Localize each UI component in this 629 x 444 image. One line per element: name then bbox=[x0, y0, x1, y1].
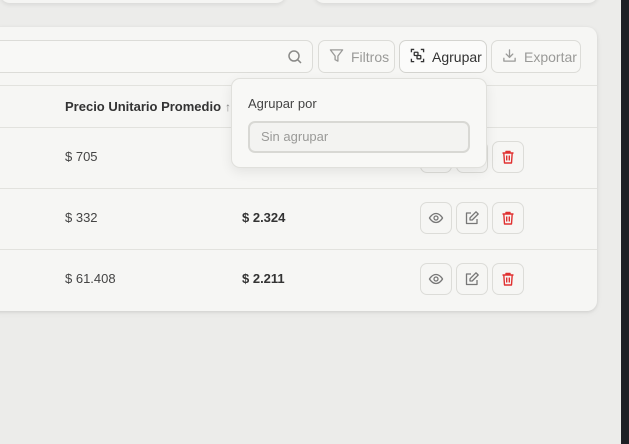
unit-price-cell: $ 332 bbox=[65, 210, 98, 225]
view-button[interactable] bbox=[420, 263, 452, 295]
edit-button[interactable] bbox=[456, 202, 488, 234]
group-icon bbox=[410, 48, 425, 66]
page: Filtros Agrupar Exportar Precio Unitario… bbox=[0, 0, 629, 444]
total-cell: $ 2.211 bbox=[242, 271, 285, 286]
edit-icon bbox=[465, 272, 479, 286]
group-button[interactable]: Agrupar bbox=[399, 40, 487, 73]
download-icon bbox=[502, 48, 517, 66]
search-icon[interactable] bbox=[287, 49, 303, 70]
export-button[interactable]: Exportar bbox=[491, 40, 581, 73]
view-button[interactable] bbox=[420, 202, 452, 234]
eye-icon bbox=[428, 273, 444, 285]
table-row: $ 61.408 $ 2.211 bbox=[0, 249, 597, 310]
summary-card bbox=[314, 0, 598, 3]
summary-card bbox=[0, 0, 286, 3]
group-button-label: Agrupar bbox=[432, 48, 482, 65]
filter-icon bbox=[329, 48, 344, 66]
delete-button[interactable] bbox=[492, 263, 524, 295]
search-input[interactable] bbox=[0, 40, 313, 73]
trash-icon bbox=[502, 211, 514, 225]
unit-price-cell: $ 705 bbox=[65, 149, 98, 164]
edit-button[interactable] bbox=[456, 263, 488, 295]
window-edge bbox=[621, 0, 629, 444]
column-header-unit-price[interactable]: Precio Unitario Promedio ↑↓ bbox=[65, 99, 237, 114]
edit-icon bbox=[465, 211, 479, 225]
delete-button[interactable] bbox=[492, 141, 524, 173]
eye-icon bbox=[428, 212, 444, 224]
column-header-label: Precio Unitario Promedio bbox=[65, 99, 222, 114]
table-row: $ 332 $ 2.324 bbox=[0, 188, 597, 249]
group-by-select[interactable]: Sin agrupar bbox=[248, 121, 470, 153]
table-panel: Filtros Agrupar Exportar Precio Unitario… bbox=[0, 27, 597, 311]
group-by-title: Agrupar por bbox=[248, 96, 317, 111]
filter-button[interactable]: Filtros bbox=[318, 40, 395, 73]
group-by-popover: Agrupar por Sin agrupar bbox=[231, 78, 487, 168]
filter-button-label: Filtros bbox=[351, 48, 390, 65]
total-cell: $ 2.324 bbox=[242, 210, 286, 225]
trash-icon bbox=[502, 150, 514, 164]
export-button-label: Exportar bbox=[524, 48, 577, 65]
trash-icon bbox=[502, 272, 514, 286]
delete-button[interactable] bbox=[492, 202, 524, 234]
unit-price-cell: $ 61.408 bbox=[65, 271, 116, 286]
